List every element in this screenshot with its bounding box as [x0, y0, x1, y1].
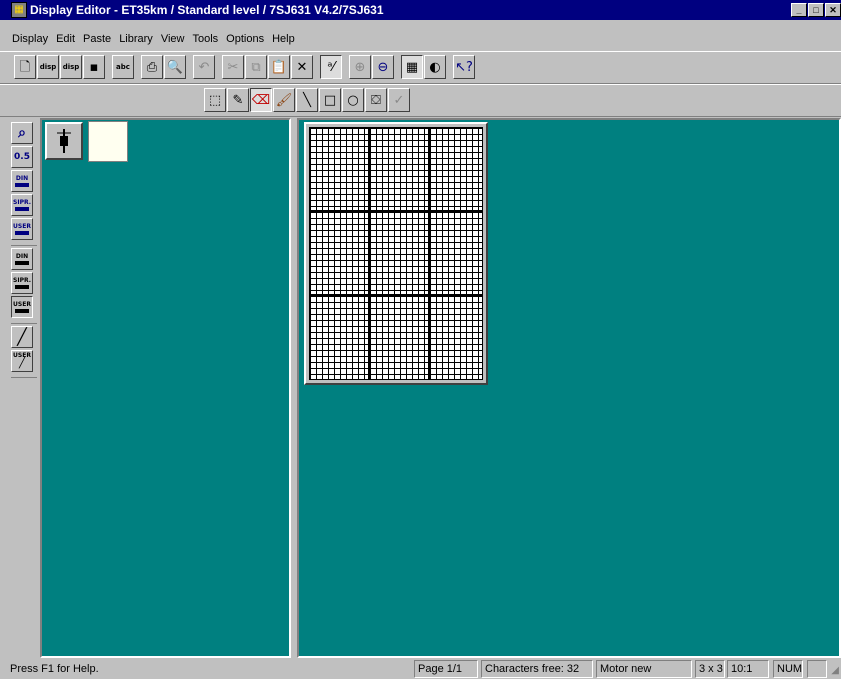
grid-toggle-icon[interactable]: ▦	[401, 55, 423, 79]
export-display-icon[interactable]: disp	[60, 55, 82, 79]
import-display-label: disp	[39, 62, 57, 71]
menu-display[interactable]: Display	[12, 33, 48, 45]
symbol-palette: ⌕ 0.5 DIN SIPR. USER DIN SIPR. USER ╱ US…	[9, 120, 39, 660]
palette-divider	[11, 374, 37, 378]
import-display-icon[interactable]: disp	[37, 55, 59, 79]
status-empty-cell	[807, 660, 827, 678]
palette-divider	[11, 320, 37, 324]
cut-icon[interactable]: ✂	[222, 55, 244, 79]
din-symbol-icon[interactable]: DIN	[11, 170, 33, 192]
menu-edit[interactable]: Edit	[56, 33, 75, 45]
breaker-symbol-icon	[57, 129, 71, 153]
pencil-icon[interactable]: ✎	[227, 88, 249, 112]
ellipse-icon[interactable]: ○	[342, 88, 364, 112]
user-line-icon[interactable]: USER ╱	[11, 350, 33, 372]
paste-icon[interactable]: 📋	[268, 55, 290, 79]
menu-paste[interactable]: Paste	[83, 33, 111, 45]
size-grip-icon[interactable]: ◢	[831, 665, 839, 676]
user-symbol-label: USER	[13, 222, 31, 230]
status-characters-free: Characters free: 32	[481, 660, 593, 678]
library-empty-tile[interactable]	[88, 121, 128, 162]
spell-check-label: abc	[116, 62, 130, 71]
din-symbol-label: DIN	[15, 174, 29, 182]
export-display-label: disp	[62, 62, 80, 71]
menu-help[interactable]: Help	[272, 33, 295, 45]
menu-tools[interactable]: Tools	[192, 33, 218, 45]
fill-bucket-icon[interactable]: ⛋	[365, 88, 387, 112]
user-symbol-icon[interactable]: USER	[11, 218, 33, 240]
minimize-button[interactable]: _	[791, 3, 807, 17]
zoom-out-icon[interactable]: ⊖	[372, 55, 394, 79]
pixel-grid[interactable]	[309, 127, 483, 380]
drawing-toolbar: ⬚ ✎ ⌫ 🖌 ╲ □ ○ ⛋ ✓	[0, 84, 841, 117]
palette-divider	[11, 242, 37, 246]
din-switch-icon[interactable]: DIN	[11, 248, 33, 270]
main-toolbar: 🗋 disp disp ▪ abc ⎙ 🔍 ↶ ✂ ⧉ 📋 ✕ ᵃ⁄ ⊕ ⊖ ▦…	[0, 51, 841, 84]
status-page: Page 1/1	[414, 660, 478, 678]
sipr-switch-icon[interactable]: SIPR.	[11, 272, 33, 294]
sipr-symbol-label: SIPR.	[13, 198, 31, 206]
window-title: Display Editor - ET35km / Standard level…	[30, 3, 384, 17]
undo-icon[interactable]: ↶	[193, 55, 215, 79]
display-editor-pane[interactable]	[297, 118, 841, 658]
menu-library[interactable]: Library	[119, 33, 153, 45]
window-controls: _ □ ✕	[790, 3, 841, 17]
checkmark-icon[interactable]: ✓	[388, 88, 410, 112]
brush-icon[interactable]: 🖌	[273, 88, 295, 112]
zoom-level-label: 0.5	[14, 151, 30, 162]
context-help-icon[interactable]: ↖?	[453, 55, 475, 79]
line-draw-icon[interactable]: ╱	[11, 326, 33, 348]
status-help-text: Press F1 for Help.	[10, 663, 99, 675]
print-icon[interactable]: ⎙	[141, 55, 163, 79]
status-num-lock: NUM	[773, 660, 803, 678]
din-switch-label: DIN	[15, 252, 29, 260]
zoom-level-icon[interactable]: 0.5	[11, 146, 33, 168]
library-symbol-tile[interactable]	[45, 122, 83, 160]
menu-bar: Display Edit Paste Library View Tools Op…	[0, 30, 303, 48]
copy-icon[interactable]: ⧉	[245, 55, 267, 79]
file-tools: 🗋 disp disp ▪ abc ⎙ 🔍 ↶ ✂ ⧉ 📋 ✕ ᵃ⁄ ⊕ ⊖ ▦…	[14, 55, 476, 79]
eraser-icon[interactable]: ⌫	[250, 88, 272, 112]
user-switch-icon[interactable]: USER	[11, 296, 33, 318]
user-switch-label: USER	[13, 300, 31, 308]
status-grid-size: 3 x 3	[695, 660, 725, 678]
status-bar: Press F1 for Help. Page 1/1 Characters f…	[0, 659, 841, 679]
menu-options[interactable]: Options	[226, 33, 264, 45]
new-document-icon[interactable]: 🗋	[14, 55, 36, 79]
delete-icon[interactable]: ✕	[291, 55, 313, 79]
sipr-symbol-icon[interactable]: SIPR.	[11, 194, 33, 216]
maximize-button[interactable]: □	[808, 3, 824, 17]
title-bar: ▦ Display Editor - ET35km / Standard lev…	[0, 0, 841, 20]
contrast-icon[interactable]: ◐	[424, 55, 446, 79]
text-tool-icon[interactable]: ᵃ⁄	[320, 55, 342, 79]
print-preview-icon[interactable]: 🔍	[164, 55, 186, 79]
save-icon[interactable]: ▪	[83, 55, 105, 79]
line-icon[interactable]: ╲	[296, 88, 318, 112]
magnifier-icon[interactable]: ⌕	[11, 122, 33, 144]
pixel-grid-frame	[304, 122, 488, 385]
spell-check-icon[interactable]: abc	[112, 55, 134, 79]
rectangle-icon[interactable]: □	[319, 88, 341, 112]
sipr-switch-label: SIPR.	[13, 276, 31, 284]
status-zoom-ratio: 10:1	[727, 660, 769, 678]
display-editor-icon[interactable]: ▦	[11, 2, 27, 18]
menu-view[interactable]: View	[161, 33, 185, 45]
status-mode: Motor new	[596, 660, 692, 678]
close-button[interactable]: ✕	[825, 3, 841, 17]
symbol-library-pane[interactable]	[40, 118, 291, 658]
draw-tools: ⬚ ✎ ⌫ 🖌 ╲ □ ○ ⛋ ✓	[204, 88, 411, 112]
select-rectangle-icon[interactable]: ⬚	[204, 88, 226, 112]
zoom-in-icon[interactable]: ⊕	[349, 55, 371, 79]
